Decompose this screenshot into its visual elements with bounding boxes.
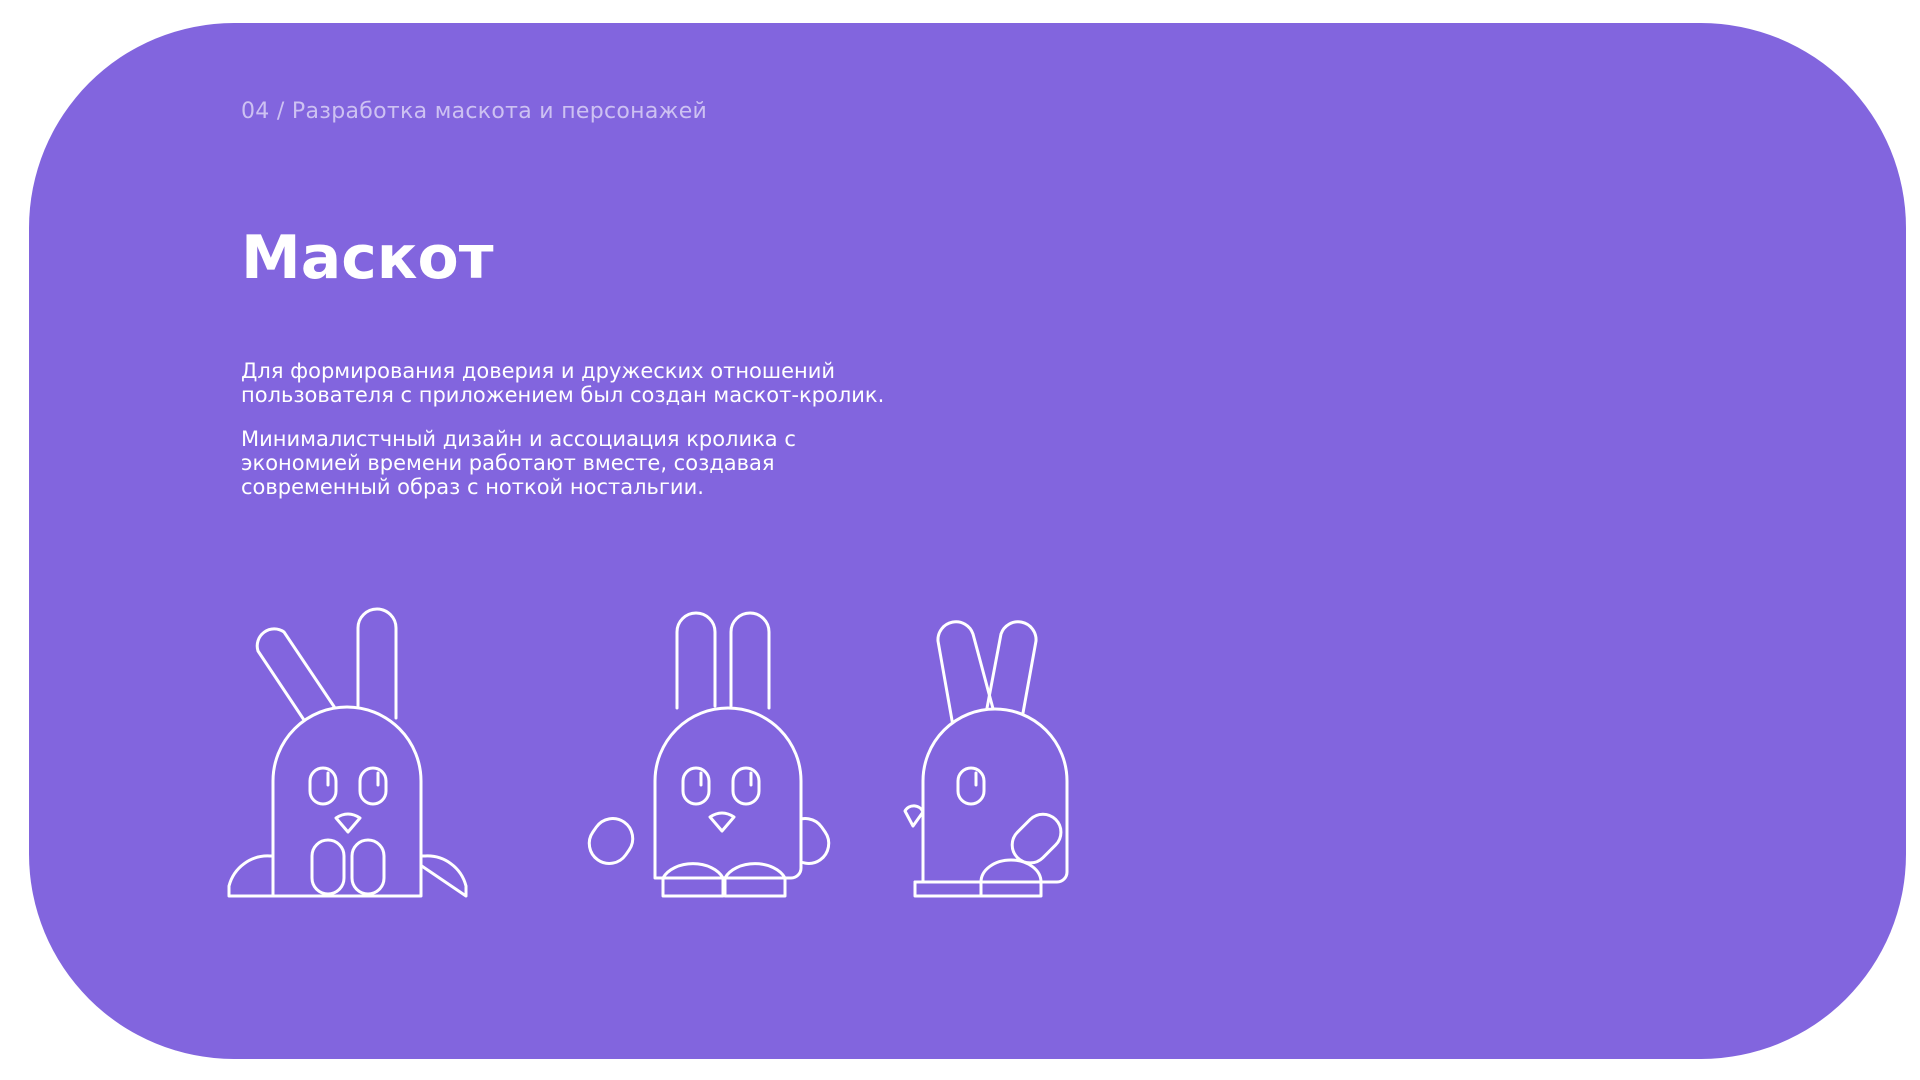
description-line: Минималистчный дизайн и ассоциация кроли… (241, 427, 796, 451)
description-line: Для формирования доверия и дружеских отн… (241, 359, 836, 383)
rabbit-side-illustration (895, 596, 1075, 898)
rabbit-arm-left (587, 817, 635, 865)
breadcrumb: 04 / Разработка маскота и персонажей (241, 99, 708, 124)
rabbit-ear-right (356, 607, 398, 720)
rabbit-foot-left (661, 862, 725, 898)
description-line: экономией времени работают вместе, созда… (241, 451, 775, 475)
description-paragraph-2: Минималистчный дизайн и ассоциация кроли… (241, 427, 1001, 499)
description-paragraph-1: Для формирования доверия и дружеских отн… (241, 359, 1001, 407)
mascot-illustrations (227, 596, 1128, 916)
page: 04 / Разработка маскота и персонажей Мас… (0, 0, 1920, 1080)
rabbit-foot-back (913, 880, 983, 898)
mascot-slide: 04 / Разработка маскота и персонажей Мас… (29, 23, 1906, 1059)
rabbit-body (653, 706, 803, 880)
rabbit-foot-right (723, 862, 787, 898)
rabbit-foot-front (979, 858, 1043, 898)
description-line: современный образ с ноткой ностальгии. (241, 475, 704, 499)
rabbit-body (271, 705, 423, 898)
description-line: пользователя с приложением был создан ма… (241, 383, 885, 407)
rabbit-standing-illustration (585, 596, 831, 898)
page-title: Маскот (241, 223, 494, 293)
rabbit-ear-left (675, 611, 717, 710)
rabbit-ear-right (729, 611, 771, 710)
rabbit-sitting-illustration (227, 596, 468, 898)
rabbit-snout (903, 804, 925, 828)
